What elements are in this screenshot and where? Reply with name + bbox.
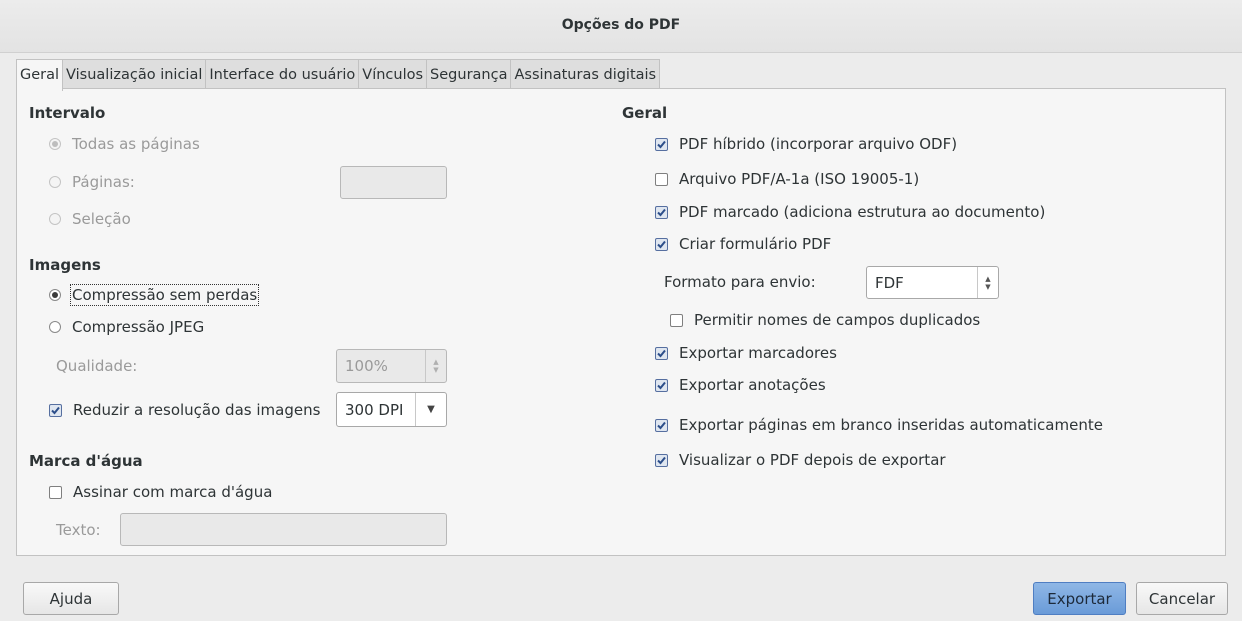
- quality-spinner[interactable]: 100% ▲ ▼: [336, 349, 447, 383]
- chevron-down-icon[interactable]: ▼: [415, 393, 446, 426]
- export-comments-checkbox[interactable]: Exportar anotações: [655, 376, 826, 394]
- checkbox-indicator: [670, 313, 683, 327]
- duplicate-names-label: Permitir nomes de campos duplicados: [694, 311, 981, 329]
- view-after-export-label: Visualizar o PDF depois de exportar: [679, 451, 946, 469]
- sign-watermark-checkbox[interactable]: Assinar com marca d'água: [49, 483, 272, 501]
- watermark-text-label: Texto:: [56, 521, 101, 539]
- export-bookmarks-checkbox[interactable]: Exportar marcadores: [655, 344, 837, 362]
- pages-radio[interactable]: Páginas:: [49, 173, 135, 191]
- selection-label: Seleção: [72, 210, 131, 228]
- hybrid-pdf-checkbox[interactable]: PDF híbrido (incorporar arquivo ODF): [655, 135, 957, 153]
- sign-watermark-label: Assinar com marca d'água: [73, 483, 273, 501]
- radio-indicator: [49, 176, 61, 188]
- pdfa-checkbox[interactable]: Arquivo PDF/A-1a (ISO 19005-1): [655, 170, 919, 188]
- tab-interface-do-usuario[interactable]: Interface do usuário: [205, 59, 360, 89]
- jpeg-label: Compressão JPEG: [72, 318, 205, 336]
- reduce-resolution-checkbox[interactable]: Reduzir a resolução das imagens: [49, 401, 320, 419]
- lossless-radio[interactable]: Compressão sem perdas: [49, 284, 260, 306]
- export-blank-pages-label: Exportar páginas em branco inseridas aut…: [679, 416, 1103, 434]
- submit-format-select[interactable]: FDF ▲ ▼: [866, 266, 999, 299]
- tagged-pdf-checkbox[interactable]: PDF marcado (adiciona estrutura ao docum…: [655, 203, 1045, 221]
- cancel-button[interactable]: Cancelar: [1136, 582, 1228, 615]
- submit-format-label: Formato para envio:: [664, 273, 816, 291]
- watermark-heading: Marca d'água: [29, 452, 143, 470]
- general-heading: Geral: [622, 104, 668, 122]
- dpi-value: 300 DPI: [345, 400, 404, 419]
- export-comments-label: Exportar anotações: [679, 376, 826, 394]
- pages-label: Páginas:: [72, 173, 135, 191]
- create-form-label: Criar formulário PDF: [679, 235, 832, 253]
- help-button[interactable]: Ajuda: [23, 582, 119, 615]
- checkbox-indicator: [655, 205, 668, 219]
- radio-indicator: [49, 138, 61, 150]
- tagged-pdf-label: PDF marcado (adiciona estrutura ao docum…: [679, 203, 1046, 221]
- export-bookmarks-label: Exportar marcadores: [679, 344, 837, 362]
- reduce-resolution-label: Reduzir a resolução das imagens: [73, 401, 321, 419]
- radio-indicator: [49, 321, 61, 333]
- quality-label: Qualidade:: [56, 357, 138, 375]
- window-title: Opções do PDF: [561, 17, 681, 33]
- checkbox-indicator: [655, 418, 668, 432]
- jpeg-radio[interactable]: Compressão JPEG: [49, 318, 204, 336]
- radio-indicator: [49, 289, 61, 301]
- pages-input[interactable]: [340, 166, 447, 199]
- checkbox-indicator: [655, 453, 668, 467]
- tab-bar: Geral Visualização inicial Interface do …: [16, 59, 661, 91]
- view-after-export-checkbox[interactable]: Visualizar o PDF depois de exportar: [655, 451, 946, 469]
- selection-radio[interactable]: Seleção: [49, 210, 131, 228]
- images-heading: Imagens: [29, 256, 101, 274]
- submit-format-value: FDF: [875, 273, 904, 292]
- quality-value: 100%: [345, 357, 388, 375]
- dpi-combobox[interactable]: 300 DPI ▼: [336, 392, 447, 427]
- spinner-arrows-icon[interactable]: ▲ ▼: [425, 350, 446, 382]
- lossless-label: Compressão sem perdas: [69, 284, 260, 306]
- hybrid-pdf-label: PDF híbrido (incorporar arquivo ODF): [679, 135, 958, 153]
- tab-assinaturas-digitais[interactable]: Assinaturas digitais: [510, 59, 661, 89]
- tab-seguranca[interactable]: Segurança: [426, 59, 512, 89]
- range-heading: Intervalo: [29, 104, 106, 122]
- title-bar: Opções do PDF: [0, 0, 1242, 53]
- pdfa-label: Arquivo PDF/A-1a (ISO 19005-1): [679, 170, 920, 188]
- checkbox-indicator: [655, 172, 668, 186]
- checkbox-indicator: [655, 378, 668, 392]
- export-button[interactable]: Exportar: [1033, 582, 1126, 615]
- watermark-text-label-row: Texto:: [56, 521, 101, 539]
- checkbox-indicator: [655, 346, 668, 360]
- quality-label-row: Qualidade:: [56, 357, 137, 375]
- checkbox-indicator: [655, 237, 668, 251]
- checkbox-indicator: [655, 137, 668, 151]
- export-blank-pages-checkbox[interactable]: Exportar páginas em branco inseridas aut…: [655, 416, 1103, 434]
- radio-indicator: [49, 213, 61, 225]
- checkbox-indicator: [49, 485, 62, 499]
- all-pages-label: Todas as páginas: [72, 135, 200, 153]
- tab-geral[interactable]: Geral: [16, 59, 64, 91]
- tab-vinculos[interactable]: Vínculos: [358, 59, 428, 89]
- watermark-text-input[interactable]: [120, 513, 447, 546]
- create-form-checkbox[interactable]: Criar formulário PDF: [655, 235, 831, 253]
- spinner-arrows-icon[interactable]: ▲ ▼: [977, 267, 998, 298]
- duplicate-names-checkbox[interactable]: Permitir nomes de campos duplicados: [670, 311, 980, 329]
- checkbox-indicator: [49, 403, 62, 417]
- submit-format-label-row: Formato para envio:: [664, 273, 816, 291]
- all-pages-radio[interactable]: Todas as páginas: [49, 135, 200, 153]
- tab-visualizacao-inicial[interactable]: Visualização inicial: [62, 59, 207, 89]
